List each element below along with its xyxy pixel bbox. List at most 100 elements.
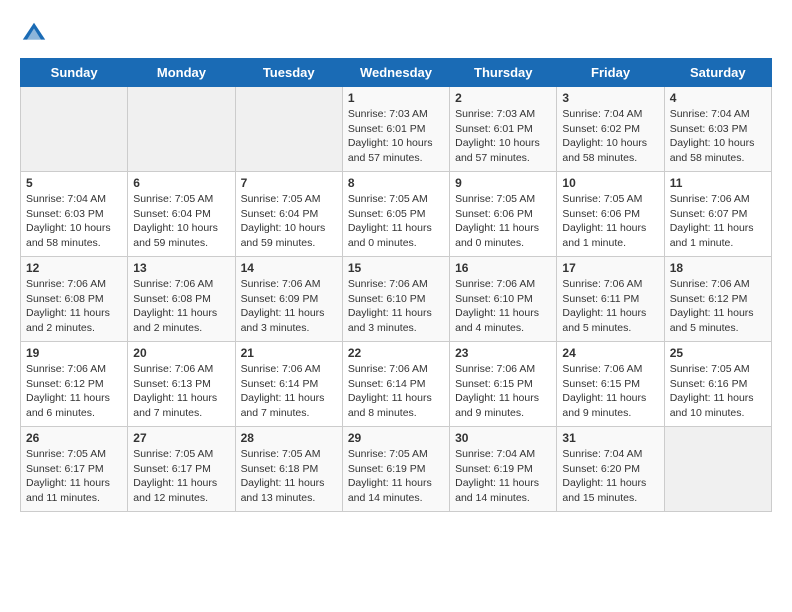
day-info: Sunrise: 7:04 AM Sunset: 6:19 PM Dayligh…: [455, 447, 551, 506]
calendar-cell: 25 Sunrise: 7:05 AM Sunset: 6:16 PM Dayli…: [664, 342, 771, 427]
day-info: Sunrise: 7:05 AM Sunset: 6:17 PM Dayligh…: [26, 447, 122, 506]
day-info: Sunrise: 7:05 AM Sunset: 6:19 PM Dayligh…: [348, 447, 444, 506]
weekday-header: Thursday: [450, 59, 557, 87]
calendar-cell: 16 Sunrise: 7:06 AM Sunset: 6:10 PM Dayli…: [450, 257, 557, 342]
calendar-cell: 30 Sunrise: 7:04 AM Sunset: 6:19 PM Dayli…: [450, 427, 557, 512]
day-info: Sunrise: 7:03 AM Sunset: 6:01 PM Dayligh…: [455, 107, 551, 166]
day-number: 4: [670, 91, 766, 105]
calendar-cell: 9 Sunrise: 7:05 AM Sunset: 6:06 PM Daylig…: [450, 172, 557, 257]
day-info: Sunrise: 7:06 AM Sunset: 6:08 PM Dayligh…: [133, 277, 229, 336]
calendar-cell: 19 Sunrise: 7:06 AM Sunset: 6:12 PM Dayli…: [21, 342, 128, 427]
calendar-cell: 28 Sunrise: 7:05 AM Sunset: 6:18 PM Dayli…: [235, 427, 342, 512]
day-number: 28: [241, 431, 337, 445]
calendar-cell: 6Sunrise: 7:05 AM Sunset: 6:04 PM Daylig…: [128, 172, 235, 257]
day-number: 19: [26, 346, 122, 360]
day-number: 10: [562, 176, 658, 190]
calendar-cell: 31 Sunrise: 7:04 AM Sunset: 6:20 PM Dayli…: [557, 427, 664, 512]
calendar-cell: [235, 87, 342, 172]
weekday-header: Sunday: [21, 59, 128, 87]
calendar-cell: 7 Sunrise: 7:05 AM Sunset: 6:04 PM Daylig…: [235, 172, 342, 257]
calendar-cell: [664, 427, 771, 512]
day-number: 13: [133, 261, 229, 275]
calendar-cell: 29 Sunrise: 7:05 AM Sunset: 6:19 PM Dayli…: [342, 427, 449, 512]
day-number: 8: [348, 176, 444, 190]
calendar-cell: 20 Sunrise: 7:06 AM Sunset: 6:13 PM Dayli…: [128, 342, 235, 427]
calendar-header: SundayMondayTuesdayWednesdayThursdayFrid…: [21, 59, 772, 87]
calendar-cell: 13 Sunrise: 7:06 AM Sunset: 6:08 PM Dayli…: [128, 257, 235, 342]
day-info: Sunrise: 7:06 AM Sunset: 6:15 PM Dayligh…: [562, 362, 658, 421]
logo-icon: [20, 20, 48, 48]
day-number: 29: [348, 431, 444, 445]
day-info: Sunrise: 7:06 AM Sunset: 6:15 PM Dayligh…: [455, 362, 551, 421]
calendar-cell: 11 Sunrise: 7:06 AM Sunset: 6:07 PM Dayli…: [664, 172, 771, 257]
day-info: Sunrise: 7:04 AM Sunset: 6:03 PM Dayligh…: [670, 107, 766, 166]
calendar-cell: 10 Sunrise: 7:05 AM Sunset: 6:06 PM Dayli…: [557, 172, 664, 257]
calendar-cell: 12 Sunrise: 7:06 AM Sunset: 6:08 PM Dayli…: [21, 257, 128, 342]
day-number: 18: [670, 261, 766, 275]
day-number: 27: [133, 431, 229, 445]
weekday-header: Tuesday: [235, 59, 342, 87]
calendar-cell: 24Sunrise: 7:06 AM Sunset: 6:15 PM Dayli…: [557, 342, 664, 427]
day-number: 16: [455, 261, 551, 275]
calendar-cell: 4 Sunrise: 7:04 AM Sunset: 6:03 PM Daylig…: [664, 87, 771, 172]
day-number: 12: [26, 261, 122, 275]
day-info: Sunrise: 7:06 AM Sunset: 6:14 PM Dayligh…: [241, 362, 337, 421]
day-info: Sunrise: 7:06 AM Sunset: 6:11 PM Dayligh…: [562, 277, 658, 336]
calendar-cell: 21 Sunrise: 7:06 AM Sunset: 6:14 PM Dayli…: [235, 342, 342, 427]
day-number: 6: [133, 176, 229, 190]
day-info: Sunrise: 7:04 AM Sunset: 6:03 PM Dayligh…: [26, 192, 122, 251]
day-number: 25: [670, 346, 766, 360]
day-number: 3: [562, 91, 658, 105]
day-number: 20: [133, 346, 229, 360]
day-info: Sunrise: 7:05 AM Sunset: 6:06 PM Dayligh…: [562, 192, 658, 251]
day-number: 7: [241, 176, 337, 190]
calendar-cell: 23 Sunrise: 7:06 AM Sunset: 6:15 PM Dayli…: [450, 342, 557, 427]
calendar-cell: 15Sunrise: 7:06 AM Sunset: 6:10 PM Dayli…: [342, 257, 449, 342]
day-info: Sunrise: 7:06 AM Sunset: 6:09 PM Dayligh…: [241, 277, 337, 336]
calendar-table: SundayMondayTuesdayWednesdayThursdayFrid…: [20, 58, 772, 512]
day-number: 26: [26, 431, 122, 445]
day-info: Sunrise: 7:05 AM Sunset: 6:18 PM Dayligh…: [241, 447, 337, 506]
calendar-cell: 3 Sunrise: 7:04 AM Sunset: 6:02 PM Daylig…: [557, 87, 664, 172]
day-info: Sunrise: 7:05 AM Sunset: 6:04 PM Dayligh…: [241, 192, 337, 251]
calendar-cell: [128, 87, 235, 172]
day-number: 1: [348, 91, 444, 105]
calendar-cell: 1 Sunrise: 7:03 AM Sunset: 6:01 PM Daylig…: [342, 87, 449, 172]
weekday-header: Monday: [128, 59, 235, 87]
day-info: Sunrise: 7:04 AM Sunset: 6:02 PM Dayligh…: [562, 107, 658, 166]
logo: [20, 20, 52, 48]
calendar-week-row: 19 Sunrise: 7:06 AM Sunset: 6:12 PM Dayli…: [21, 342, 772, 427]
calendar-cell: 14Sunrise: 7:06 AM Sunset: 6:09 PM Dayli…: [235, 257, 342, 342]
day-number: 2: [455, 91, 551, 105]
day-info: Sunrise: 7:06 AM Sunset: 6:07 PM Dayligh…: [670, 192, 766, 251]
calendar-week-row: 5 Sunrise: 7:04 AM Sunset: 6:03 PM Daylig…: [21, 172, 772, 257]
calendar-cell: 27 Sunrise: 7:05 AM Sunset: 6:17 PM Dayli…: [128, 427, 235, 512]
day-info: Sunrise: 7:06 AM Sunset: 6:08 PM Dayligh…: [26, 277, 122, 336]
day-number: 31: [562, 431, 658, 445]
calendar-cell: 5 Sunrise: 7:04 AM Sunset: 6:03 PM Daylig…: [21, 172, 128, 257]
day-info: Sunrise: 7:06 AM Sunset: 6:14 PM Dayligh…: [348, 362, 444, 421]
day-info: Sunrise: 7:04 AM Sunset: 6:20 PM Dayligh…: [562, 447, 658, 506]
day-info: Sunrise: 7:06 AM Sunset: 6:13 PM Dayligh…: [133, 362, 229, 421]
day-info: Sunrise: 7:05 AM Sunset: 6:17 PM Dayligh…: [133, 447, 229, 506]
day-info: Sunrise: 7:06 AM Sunset: 6:10 PM Dayligh…: [348, 277, 444, 336]
day-info: Sunrise: 7:06 AM Sunset: 6:12 PM Dayligh…: [670, 277, 766, 336]
weekday-header: Saturday: [664, 59, 771, 87]
day-info: Sunrise: 7:06 AM Sunset: 6:12 PM Dayligh…: [26, 362, 122, 421]
day-info: Sunrise: 7:05 AM Sunset: 6:16 PM Dayligh…: [670, 362, 766, 421]
weekday-header: Wednesday: [342, 59, 449, 87]
calendar-cell: 2 Sunrise: 7:03 AM Sunset: 6:01 PM Daylig…: [450, 87, 557, 172]
day-number: 30: [455, 431, 551, 445]
calendar-cell: 26 Sunrise: 7:05 AM Sunset: 6:17 PM Dayli…: [21, 427, 128, 512]
day-info: Sunrise: 7:03 AM Sunset: 6:01 PM Dayligh…: [348, 107, 444, 166]
day-number: 9: [455, 176, 551, 190]
day-number: 22: [348, 346, 444, 360]
day-number: 23: [455, 346, 551, 360]
day-info: Sunrise: 7:06 AM Sunset: 6:10 PM Dayligh…: [455, 277, 551, 336]
day-info: Sunrise: 7:05 AM Sunset: 6:06 PM Dayligh…: [455, 192, 551, 251]
day-number: 11: [670, 176, 766, 190]
calendar-week-row: 1 Sunrise: 7:03 AM Sunset: 6:01 PM Daylig…: [21, 87, 772, 172]
day-number: 5: [26, 176, 122, 190]
day-number: 21: [241, 346, 337, 360]
calendar-cell: 18 Sunrise: 7:06 AM Sunset: 6:12 PM Dayli…: [664, 257, 771, 342]
